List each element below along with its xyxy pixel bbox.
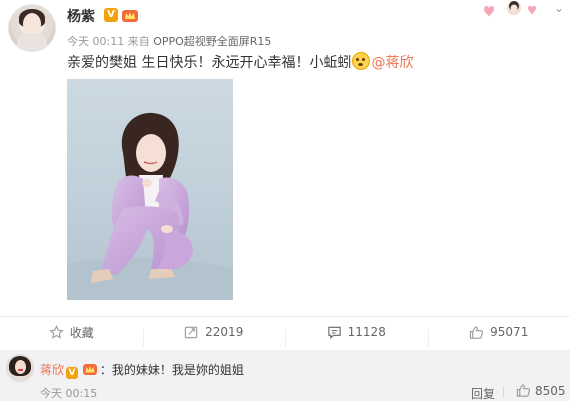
author-name[interactable]: 杨紫 xyxy=(67,6,95,26)
awkward-face-emoji-icon xyxy=(352,52,370,70)
mention-link[interactable]: @蒋欣 xyxy=(371,55,413,71)
post-photo[interactable] xyxy=(67,79,233,300)
photo-woman-in-lilac-suit xyxy=(67,79,233,300)
weibo-post: 杨紫 V ⌄ 今天 00:11 来自 OPPO超视野全面屏R15 亲爱的樊姐 生… xyxy=(0,0,570,315)
comment-icon xyxy=(327,325,342,340)
comment-line: 蒋欣V ：我的妹妹！我是妳的姐姐 xyxy=(40,361,244,379)
author-avatar[interactable] xyxy=(8,4,56,52)
post-text: 亲爱的樊姐 生日快乐！永远开心幸福！小蚯蚓 @蒋欣 xyxy=(67,52,413,72)
comment-item: 蒋欣V ：我的妹妹！我是妳的姐姐 今天 00:15 回复 8505 xyxy=(0,350,570,401)
like-button[interactable]: 95071 xyxy=(428,325,570,340)
thumb-up-icon xyxy=(516,383,531,398)
member-crown-icon xyxy=(121,7,139,23)
favorite-label: 收藏 xyxy=(70,324,94,341)
post-source[interactable]: OPPO超视野全面屏R15 xyxy=(153,35,271,48)
favorite-button[interactable]: 收藏 xyxy=(0,324,143,341)
like-count: 95071 xyxy=(490,325,528,339)
comment-like-button[interactable]: 8505 xyxy=(516,383,566,398)
divider xyxy=(503,386,504,398)
comment-text: ：我的妹妹！我是妳的姐姐 xyxy=(100,363,244,377)
repost-count: 22019 xyxy=(205,325,243,339)
comment-time: 今天 00:15 xyxy=(40,385,97,401)
repost-button[interactable]: 22019 xyxy=(143,325,286,340)
reply-button[interactable]: 回复 xyxy=(471,385,495,402)
comment-author-name[interactable]: 蒋欣 xyxy=(40,363,64,377)
comment-button[interactable]: 11128 xyxy=(285,325,428,340)
comment-author-avatar[interactable] xyxy=(6,354,34,382)
verified-badge-icon: V xyxy=(66,367,78,379)
comment-like-count: 8505 xyxy=(535,384,566,398)
star-icon xyxy=(49,325,64,340)
member-crown-icon xyxy=(82,362,98,376)
verified-badge-icon: V xyxy=(104,8,118,22)
post-text-main: 亲爱的樊姐 生日快乐！永远开心幸福！小蚯蚓 xyxy=(67,55,351,71)
thumb-up-icon xyxy=(469,325,484,340)
post-meta: 今天 00:11 来自 OPPO超视野全面屏R15 xyxy=(67,33,271,49)
comment-count: 11128 xyxy=(348,325,386,339)
card-decoration-icon xyxy=(480,0,564,18)
post-action-bar: 收藏 22019 11128 95071 xyxy=(0,316,570,347)
repost-icon xyxy=(184,325,199,340)
post-from-label: 来自 xyxy=(128,35,150,48)
post-time[interactable]: 今天 00:11 xyxy=(67,35,124,48)
chevron-down-icon[interactable]: ⌄ xyxy=(554,1,564,15)
